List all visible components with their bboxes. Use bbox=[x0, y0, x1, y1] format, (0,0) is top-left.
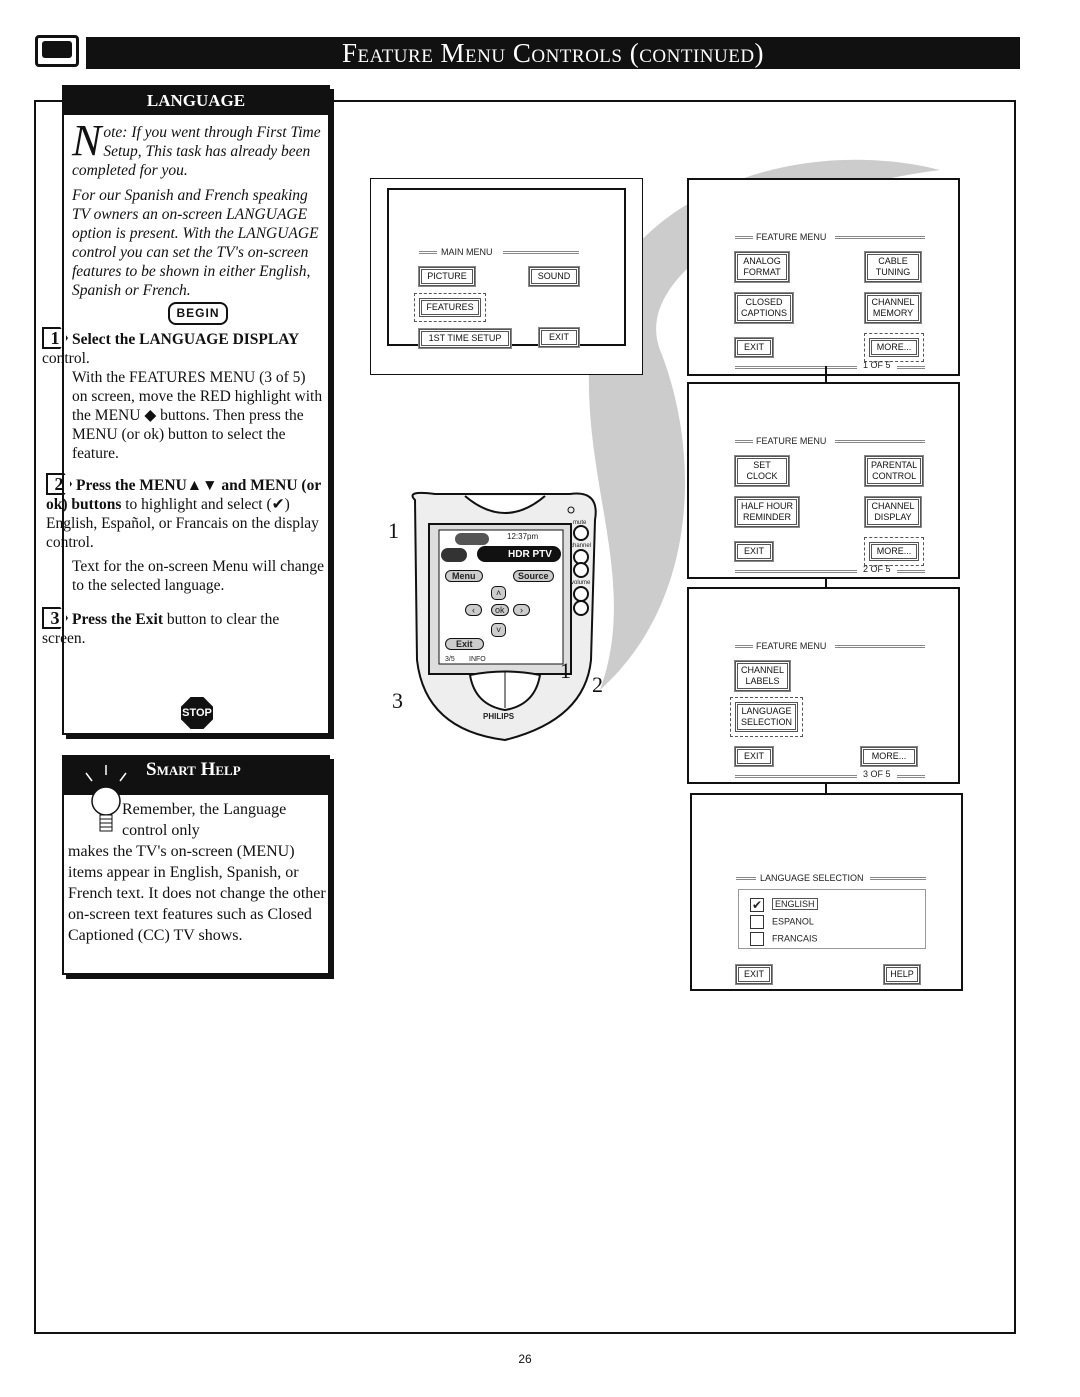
remote-source-button[interactable]: Source bbox=[513, 570, 554, 582]
menu-button[interactable]: EXIT bbox=[734, 541, 774, 562]
step-3-badge: 3 bbox=[42, 607, 68, 629]
sound-button[interactable]: SOUND bbox=[528, 266, 580, 287]
menu-button[interactable]: CABLE TUNING bbox=[864, 251, 922, 283]
callout-2: 2 bbox=[592, 672, 603, 697]
menu-button[interactable]: SET CLOCK bbox=[734, 455, 790, 487]
help-button[interactable]: HELP bbox=[883, 964, 921, 985]
dropcap: N bbox=[72, 116, 102, 165]
callout-1: 1 bbox=[388, 518, 399, 543]
menu-button[interactable]: EXIT bbox=[734, 337, 774, 358]
feature-menu-screen-1: FEATURE MENU ANALOG FORMAT CLOSED CAPTION… bbox=[687, 178, 960, 376]
smart-help-text: makes the TV's on-screen (MENU) items ap… bbox=[68, 843, 326, 944]
page-indicator: 2 OF 5 bbox=[863, 564, 891, 574]
exit-button[interactable]: EXIT bbox=[735, 964, 773, 985]
remote-info-button[interactable]: INFO bbox=[469, 656, 486, 663]
remote-up-button[interactable]: ˄ bbox=[491, 586, 507, 600]
step-2-badge: 2 bbox=[46, 473, 72, 495]
remote-device[interactable]: HDR PTV bbox=[508, 549, 552, 560]
checkmark-icon: ✔ bbox=[750, 898, 764, 912]
language-selection-screen: LANGUAGE SELECTION ✔ ENGLISH ESPANOL FRAN… bbox=[690, 793, 963, 991]
page-title: Feature Menu Controls (continued) bbox=[86, 37, 1020, 69]
option-english[interactable]: ✔ ENGLISH bbox=[750, 898, 818, 912]
mute-label: mute bbox=[573, 520, 587, 526]
remote-menu-button[interactable]: Menu bbox=[445, 570, 483, 582]
features-button[interactable]: FEATURES bbox=[414, 293, 486, 322]
first-time-setup-button[interactable]: 1ST TIME SETUP bbox=[418, 328, 512, 349]
menu-button[interactable]: CHANNEL LABELS bbox=[733, 660, 792, 692]
menu-button[interactable]: HALF HOUR REMINDER bbox=[733, 496, 801, 528]
menu-button[interactable]: LANGUAGE SELECTION bbox=[729, 697, 804, 737]
menu-button[interactable]: CHANNEL DISPLAY bbox=[864, 496, 922, 528]
exit-button[interactable]: EXIT bbox=[538, 327, 580, 348]
feature-menu-title: FEATURE MENU bbox=[756, 641, 827, 651]
language-selection-title: LANGUAGE SELECTION bbox=[760, 873, 864, 883]
feature-menu-screen-2: FEATURE MENU SET CLOCK HALF HOUR REMINDER… bbox=[687, 382, 960, 579]
channel-label: channel bbox=[570, 543, 592, 549]
menu-button[interactable]: EXIT bbox=[734, 746, 774, 767]
menu-button[interactable]: CHANNEL MEMORY bbox=[864, 292, 922, 324]
philips-logo: PHILIPS bbox=[483, 712, 515, 721]
step-1-badge: 1 bbox=[42, 327, 68, 349]
main-menu-screen: MAIN MENU PICTURE SOUND FEATURES 1ST TIM… bbox=[370, 178, 643, 375]
intro-text: For our Spanish and French speaking TV o… bbox=[72, 187, 319, 299]
step-3-title: Press the Exit bbox=[72, 611, 163, 628]
menu-button[interactable]: MORE... bbox=[864, 537, 924, 566]
remote-control: 12:37pm HDR PTV Menu Source ˄ ‹ ok › ˅ E… bbox=[405, 490, 600, 750]
remote-ok-button[interactable]: ok bbox=[491, 604, 509, 616]
step-1-rest: control. bbox=[42, 350, 90, 367]
note-text: ote: If you went through First Time Setu… bbox=[72, 124, 321, 179]
page-indicator: 1 OF 5 bbox=[863, 360, 891, 370]
menu-button[interactable]: MORE... bbox=[864, 333, 924, 362]
smart-help-lead: Remember, the Language control only bbox=[122, 801, 287, 839]
remote-page: 3/5 bbox=[445, 656, 455, 663]
page-number: 26 bbox=[518, 1352, 532, 1366]
step-1-title: Select the LANGUAGE DISPLAY bbox=[72, 331, 300, 348]
language-heading: LANGUAGE bbox=[64, 87, 328, 115]
picture-button[interactable]: PICTURE bbox=[418, 266, 476, 287]
remote-right-button[interactable]: › bbox=[513, 604, 530, 616]
page-indicator: 3 OF 5 bbox=[863, 769, 891, 779]
option-espanol[interactable]: ESPANOL bbox=[750, 915, 814, 929]
smart-help-panel: Smart Help Remember, the Language contro… bbox=[62, 755, 330, 975]
stop-icon: STOP bbox=[181, 697, 213, 729]
callout-1b: 1 bbox=[560, 658, 571, 683]
callout-3: 3 bbox=[392, 688, 403, 713]
step-1-body: With the FEATURES MENU (3 of 5) on scree… bbox=[72, 369, 323, 462]
tv-icon bbox=[35, 35, 79, 67]
main-menu-title: MAIN MENU bbox=[441, 247, 493, 257]
remote-exit-button[interactable]: Exit bbox=[445, 638, 484, 650]
begin-badge: BEGIN bbox=[168, 302, 228, 325]
option-francais[interactable]: FRANCAIS bbox=[750, 932, 818, 946]
menu-button[interactable]: ANALOG FORMAT bbox=[734, 251, 790, 283]
remote-down-button[interactable]: ˅ bbox=[491, 623, 507, 637]
menu-button[interactable]: PARENTAL CONTROL bbox=[863, 455, 925, 487]
feature-menu-title: FEATURE MENU bbox=[756, 436, 827, 446]
language-panel: LANGUAGE Note: If you went through First… bbox=[42, 85, 330, 735]
feature-menu-title: FEATURE MENU bbox=[756, 232, 827, 242]
feature-menu-screen-3: FEATURE MENU CHANNEL LABELS LANGUAGE SELE… bbox=[687, 587, 960, 784]
remote-left-button[interactable]: ‹ bbox=[465, 604, 482, 616]
volume-label: volume bbox=[571, 580, 591, 586]
menu-button[interactable]: CLOSED CAPTIONS bbox=[733, 292, 795, 324]
remote-time: 12:37pm bbox=[507, 532, 539, 541]
more-button[interactable]: MORE... bbox=[860, 746, 918, 767]
step-2-body: Text for the on-screen Menu will change … bbox=[72, 558, 324, 594]
